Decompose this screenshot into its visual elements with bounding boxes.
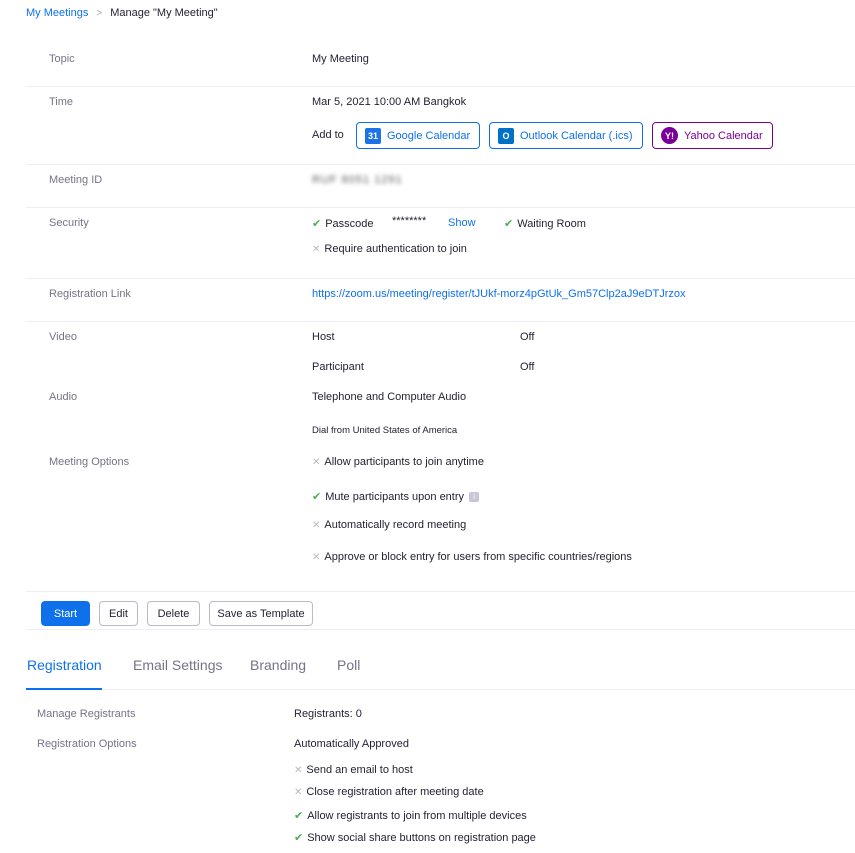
audio-dial-value: Dial from United States of America bbox=[312, 425, 458, 436]
time-label: Time bbox=[49, 96, 74, 108]
auto-record-option: ✕ Automatically record meeting bbox=[312, 519, 466, 531]
check-icon: ✔ bbox=[312, 218, 322, 230]
show-passcode-link[interactable]: Show bbox=[448, 217, 476, 229]
start-button[interactable]: Start bbox=[41, 601, 90, 626]
tab-poll[interactable]: Poll bbox=[337, 657, 360, 673]
google-calendar-icon: 31 bbox=[365, 127, 381, 144]
tab-email-settings[interactable]: Email Settings bbox=[133, 657, 222, 673]
save-as-template-button[interactable]: Save as Template bbox=[209, 601, 313, 626]
video-participant-value: Off bbox=[520, 361, 535, 373]
tab-branding[interactable]: Branding bbox=[250, 657, 306, 673]
cross-icon: ✕ bbox=[294, 764, 303, 776]
cross-icon: ✕ bbox=[312, 243, 321, 255]
meeting-id-value: RUF 8051 1291 bbox=[312, 174, 403, 186]
google-calendar-button[interactable]: 31 Google Calendar bbox=[356, 122, 481, 149]
cross-icon: ✕ bbox=[312, 551, 321, 563]
multi-device-label: Allow registrants to join from multiple … bbox=[307, 809, 527, 822]
approve-block-label: Approve or block entry for users from sp… bbox=[324, 551, 632, 563]
add-to-label: Add to bbox=[312, 129, 344, 141]
yahoo-calendar-label: Yahoo Calendar bbox=[684, 129, 763, 142]
audio-value: Telephone and Computer Audio bbox=[312, 391, 467, 403]
email-host-label: Send an email to host bbox=[306, 764, 413, 776]
details-block: Video Host Off Participant Off Audio Tel… bbox=[26, 322, 855, 592]
registrants-count: Registrants: 0 bbox=[294, 708, 362, 720]
check-icon: ✔ bbox=[504, 218, 514, 230]
breadcrumb-separator: > bbox=[96, 7, 103, 19]
edit-button[interactable]: Edit bbox=[99, 601, 138, 626]
meeting-id-label: Meeting ID bbox=[49, 174, 103, 186]
cross-icon: ✕ bbox=[294, 786, 303, 798]
video-participant-label: Participant bbox=[312, 361, 364, 373]
breadcrumb-current: Manage "My Meeting" bbox=[110, 7, 218, 19]
time-value: Mar 5, 2021 10:00 AM Bangkok bbox=[312, 96, 467, 108]
outlook-icon: O bbox=[498, 127, 514, 144]
social-share-label: Show social share buttons on registratio… bbox=[307, 831, 536, 844]
video-host-value: Off bbox=[520, 331, 535, 343]
outlook-calendar-label: Outlook Calendar (.ics) bbox=[520, 129, 633, 142]
registration-link-label: Registration Link bbox=[49, 288, 131, 300]
yahoo-calendar-button[interactable]: Y! Yahoo Calendar bbox=[652, 122, 773, 149]
breadcrumb: My Meetings > Manage "My Meeting" bbox=[26, 7, 218, 19]
cross-icon: ✕ bbox=[312, 456, 321, 468]
yahoo-icon: Y! bbox=[661, 127, 678, 144]
manage-registrants-label: Manage Registrants bbox=[37, 708, 136, 720]
mute-option: ✔ Mute participants upon entry i bbox=[312, 490, 480, 503]
meeting-id-row: Meeting ID RUF 8051 1291 bbox=[26, 165, 855, 208]
registration-link-url[interactable]: https://zoom.us/meeting/register/tJUkf-m… bbox=[312, 288, 686, 300]
security-label: Security bbox=[49, 217, 89, 229]
require-auth-label: Require authentication to join bbox=[324, 243, 467, 255]
meeting-options-label: Meeting Options bbox=[49, 456, 130, 468]
registration-link-row: Registration Link https://zoom.us/meetin… bbox=[26, 279, 855, 322]
breadcrumb-my-meetings-link[interactable]: My Meetings bbox=[26, 7, 88, 19]
tab-registration[interactable]: Registration bbox=[27, 657, 102, 673]
delete-button[interactable]: Delete bbox=[147, 601, 200, 626]
waiting-room-option: ✔ Waiting Room bbox=[504, 217, 586, 231]
passcode-option: ✔ Passcode bbox=[312, 217, 374, 231]
multi-device-option: ✔ Allow registrants to join from multipl… bbox=[294, 809, 527, 823]
email-host-option: ✕ Send an email to host bbox=[294, 764, 413, 776]
waiting-room-label: Waiting Room bbox=[517, 217, 586, 230]
auto-record-label: Automatically record meeting bbox=[324, 519, 467, 531]
video-host-label: Host bbox=[312, 331, 335, 343]
mute-label: Mute participants upon entry bbox=[325, 490, 465, 503]
passcode-label: Passcode bbox=[325, 217, 374, 230]
join-anytime-label: Allow participants to join anytime bbox=[324, 456, 484, 468]
approval-mode: Automatically Approved bbox=[294, 738, 409, 750]
registration-options-label: Registration Options bbox=[37, 738, 137, 750]
topic-label: Topic bbox=[49, 53, 75, 65]
join-anytime-option: ✕ Allow participants to join anytime bbox=[312, 456, 484, 468]
outlook-calendar-button[interactable]: O Outlook Calendar (.ics) bbox=[489, 122, 643, 149]
require-auth-option: ✕ Require authentication to join bbox=[312, 243, 467, 255]
time-row: Time Mar 5, 2021 10:00 AM Bangkok Add to… bbox=[26, 87, 855, 165]
active-tab-indicator bbox=[26, 688, 102, 690]
close-registration-label: Close registration after meeting date bbox=[306, 786, 484, 798]
google-calendar-label: Google Calendar bbox=[387, 129, 471, 142]
check-icon: ✔ bbox=[312, 491, 322, 503]
topic-value: My Meeting bbox=[312, 53, 369, 65]
audio-label: Audio bbox=[49, 391, 78, 403]
approve-block-option: ✕ Approve or block entry for users from … bbox=[312, 551, 632, 563]
cross-icon: ✕ bbox=[312, 519, 321, 531]
topic-row: Topic My Meeting bbox=[26, 44, 855, 87]
close-registration-option: ✕ Close registration after meeting date bbox=[294, 786, 484, 798]
security-row: Security ✔ Passcode ******** Show ✔ Wait… bbox=[26, 208, 855, 279]
social-share-option: ✔ Show social share buttons on registrat… bbox=[294, 831, 536, 845]
check-icon: ✔ bbox=[294, 810, 304, 822]
check-icon: ✔ bbox=[294, 832, 304, 844]
info-icon[interactable]: i bbox=[469, 491, 480, 502]
passcode-mask: ******** bbox=[392, 215, 427, 227]
tab-bar: Registration Email Settings Branding Pol… bbox=[26, 650, 855, 690]
video-label: Video bbox=[49, 331, 77, 343]
divider bbox=[26, 629, 855, 630]
